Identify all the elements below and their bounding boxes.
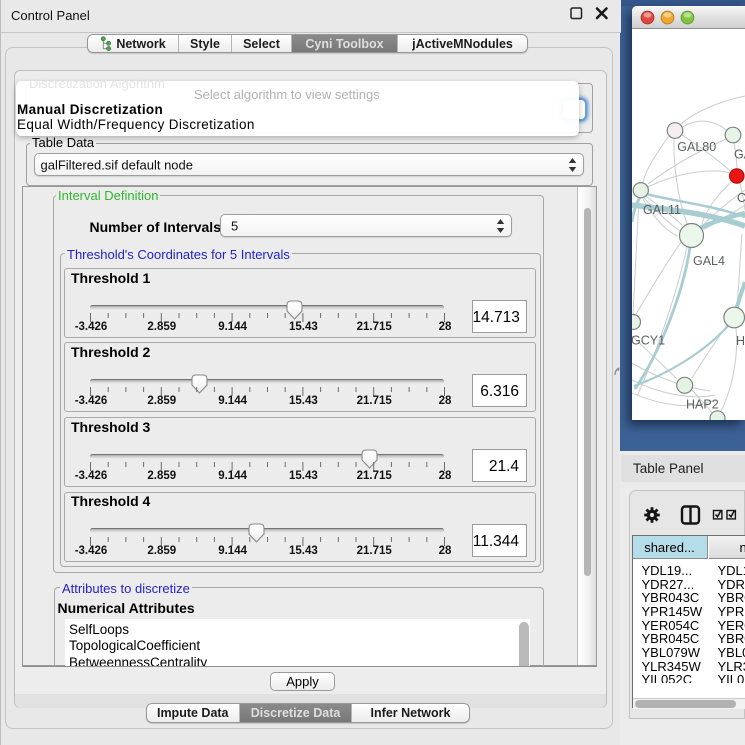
svg-text:GA: GA xyxy=(734,148,745,162)
svg-text:C: C xyxy=(737,191,745,205)
svg-text:HAP2: HAP2 xyxy=(686,398,719,412)
svg-text:GCY1: GCY1 xyxy=(632,334,665,348)
svg-text:H: H xyxy=(736,334,745,348)
svg-text:GAL4: GAL4 xyxy=(693,254,725,268)
svg-text:GAL80: GAL80 xyxy=(677,140,716,154)
svg-text:GAL11: GAL11 xyxy=(643,203,681,217)
